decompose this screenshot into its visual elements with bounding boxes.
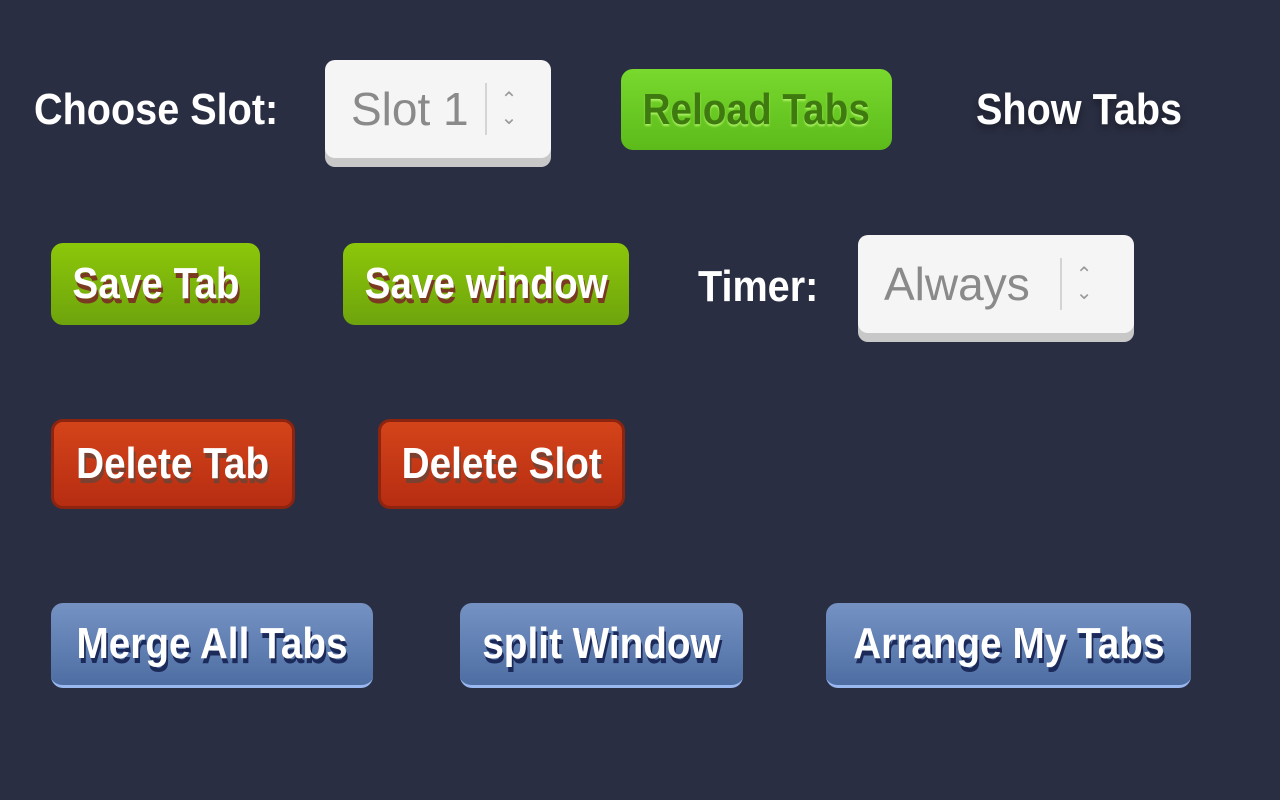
show-tabs-button[interactable]: Show Tabs — [976, 88, 1182, 132]
save-window-button[interactable]: Save window — [343, 243, 629, 325]
delete-slot-button[interactable]: Delete Slot — [378, 419, 625, 509]
save-tab-button[interactable]: Save Tab — [51, 243, 260, 325]
merge-all-tabs-button[interactable]: Merge All Tabs — [51, 603, 373, 688]
save-tab-label: Save Tab — [71, 259, 240, 308]
reload-tabs-button[interactable]: Reload Tabs — [621, 69, 892, 150]
up-down-chevron-icon: ⌃ ⌄ — [500, 89, 518, 129]
slot-select-value: Slot 1 — [351, 83, 469, 135]
select-divider — [484, 83, 487, 135]
split-window-button[interactable]: split Window — [460, 603, 743, 688]
delete-tab-label: Delete Tab — [76, 439, 270, 488]
merge-all-tabs-label: Merge All Tabs — [76, 619, 348, 668]
slot-select[interactable]: Slot 1 ⌃ ⌄ — [325, 60, 551, 158]
delete-slot-label: Delete Slot — [401, 439, 602, 488]
choose-slot-label: Choose Slot: — [34, 85, 279, 134]
timer-select-value: Always — [884, 258, 1030, 310]
delete-tab-button[interactable]: Delete Tab — [51, 419, 295, 509]
timer-select[interactable]: Always ⌃ ⌄ — [858, 235, 1134, 333]
split-window-label: split Window — [482, 619, 721, 668]
up-down-chevron-icon: ⌃ ⌄ — [1075, 264, 1093, 304]
select-divider — [1059, 258, 1062, 310]
timer-label: Timer: — [698, 262, 819, 311]
reload-tabs-label: Reload Tabs — [642, 84, 871, 134]
save-window-label: Save window — [364, 259, 608, 308]
arrange-my-tabs-button[interactable]: Arrange My Tabs — [826, 603, 1191, 688]
arrange-my-tabs-label: Arrange My Tabs — [852, 619, 1165, 668]
